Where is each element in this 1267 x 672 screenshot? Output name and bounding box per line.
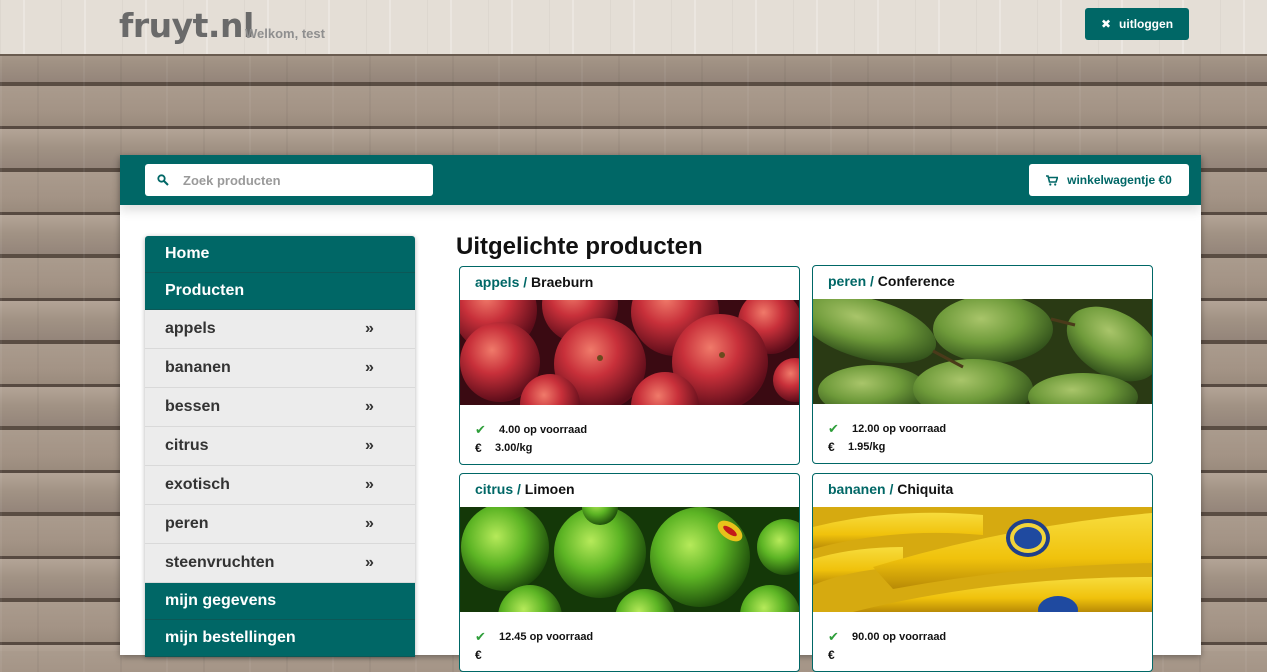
- sidebar-item-bananen[interactable]: bananen »: [145, 349, 415, 388]
- sidebar-item-steenvruchten[interactable]: steenvruchten »: [145, 544, 415, 583]
- product-category-link[interactable]: appels: [475, 274, 519, 290]
- product-image-apples[interactable]: [460, 300, 799, 405]
- double-chevron-right-icon: »: [365, 320, 374, 337]
- stock-info: ✔ 12.00 op voorraad: [828, 421, 946, 437]
- product-image-bananas[interactable]: [813, 507, 1152, 612]
- main-panel: winkelwagentje €0 Home Producten appels …: [120, 155, 1201, 672]
- sidebar-item-label: steenvruchten: [165, 554, 275, 571]
- sidebar-item-bessen[interactable]: bessen »: [145, 388, 415, 427]
- search-input[interactable]: [181, 171, 425, 189]
- price-info: € 3.00/kg: [475, 441, 532, 455]
- stock-text: 90.00 op voorraad: [852, 631, 947, 643]
- sidebar-item-appels[interactable]: appels »: [145, 310, 415, 349]
- title-separator: /: [513, 481, 525, 497]
- sidebar-item-peren[interactable]: peren »: [145, 505, 415, 544]
- title-separator: /: [885, 481, 898, 497]
- stock-text: 4.00 op voorraad: [499, 424, 588, 436]
- toolbar: winkelwagentje €0: [120, 155, 1201, 205]
- euro-icon: €: [828, 440, 835, 454]
- cart-label: winkelwagentje €0: [1067, 173, 1172, 187]
- check-icon: ✔: [475, 422, 486, 437]
- cart-icon: [1046, 174, 1059, 186]
- product-name-link[interactable]: Braeburn: [531, 274, 593, 290]
- logout-button[interactable]: ✖ uitloggen: [1085, 8, 1189, 40]
- double-chevron-right-icon: »: [365, 476, 374, 493]
- sidebar-nav: Home Producten appels » bananen » bessen…: [145, 236, 415, 657]
- product-card-braeburn[interactable]: appels / Braeburn ✔ 4.00 op voorraad € 3…: [459, 266, 800, 465]
- product-name-link[interactable]: Conference: [878, 273, 955, 289]
- product-title: bananen / Chiquita: [828, 481, 953, 497]
- product-name-link[interactable]: Limoen: [525, 481, 575, 497]
- check-icon: ✔: [828, 629, 839, 644]
- sidebar-item-products[interactable]: Producten: [145, 273, 415, 310]
- double-chevron-right-icon: »: [365, 398, 374, 415]
- stock-info: ✔ 4.00 op voorraad: [475, 422, 587, 438]
- euro-icon: €: [475, 441, 482, 455]
- close-icon: ✖: [1100, 17, 1112, 31]
- product-category-link[interactable]: peren: [828, 273, 866, 289]
- double-chevron-right-icon: »: [365, 437, 374, 454]
- product-category-link[interactable]: bananen: [828, 481, 886, 497]
- double-chevron-right-icon: »: [365, 515, 374, 532]
- product-image-limes[interactable]: [460, 507, 799, 612]
- price-info: €: [475, 648, 495, 662]
- search-icon: [157, 174, 169, 186]
- cart-button[interactable]: winkelwagentje €0: [1029, 164, 1189, 196]
- welcome-text: Welkom, test: [245, 26, 325, 41]
- price-text: 3.00/kg: [495, 442, 533, 454]
- stock-info: ✔ 90.00 op voorraad: [828, 629, 946, 645]
- search-box[interactable]: [145, 164, 433, 196]
- stock-text: 12.00 op voorraad: [852, 423, 947, 435]
- product-card-conference[interactable]: peren / Conference ✔ 12.00 op voorraad €: [812, 265, 1153, 464]
- sidebar-item-label: bananen: [165, 359, 231, 376]
- euro-icon: €: [828, 648, 835, 662]
- page-title: Uitgelichte producten: [456, 233, 703, 260]
- sidebar-item-label: peren: [165, 515, 209, 532]
- sidebar-item-label: appels: [165, 320, 216, 337]
- price-text: 1.95/kg: [848, 441, 886, 453]
- product-card-limoen[interactable]: citrus / Limoen ✔ 12.45 op voorraad €: [459, 473, 800, 672]
- sidebar-item-label: citrus: [165, 437, 209, 454]
- title-separator: /: [866, 273, 878, 289]
- product-title: citrus / Limoen: [475, 481, 575, 497]
- product-category-link[interactable]: citrus: [475, 481, 513, 497]
- top-header: fruyt.nl Welkom, test ✖ uitloggen: [0, 0, 1267, 56]
- double-chevron-right-icon: »: [365, 554, 374, 571]
- sidebar-item-citrus[interactable]: citrus »: [145, 427, 415, 466]
- product-title: appels / Braeburn: [475, 274, 593, 290]
- stock-text: 12.45 op voorraad: [499, 631, 594, 643]
- sidebar-item-label: exotisch: [165, 476, 230, 493]
- sidebar-item-home[interactable]: Home: [145, 236, 415, 273]
- price-info: € 1.95/kg: [828, 440, 885, 454]
- product-name-link[interactable]: Chiquita: [897, 481, 953, 497]
- sidebar-item-exotisch[interactable]: exotisch »: [145, 466, 415, 505]
- price-info: €: [828, 648, 848, 662]
- product-image-pears[interactable]: [813, 299, 1152, 404]
- title-separator: /: [519, 274, 532, 290]
- sidebar-item-account[interactable]: mijn gegevens: [145, 583, 415, 620]
- product-title: peren / Conference: [828, 273, 955, 289]
- double-chevron-right-icon: »: [365, 359, 374, 376]
- sidebar-item-label: bessen: [165, 398, 221, 415]
- sidebar-item-orders[interactable]: mijn bestellingen: [145, 620, 415, 657]
- logout-label: uitloggen: [1119, 17, 1174, 31]
- product-card-chiquita[interactable]: bananen / Chiquita ✔ 90.00 op voorraad €: [812, 473, 1153, 672]
- euro-icon: €: [475, 648, 482, 662]
- check-icon: ✔: [828, 421, 839, 436]
- site-logo[interactable]: fruyt.nl: [119, 6, 254, 45]
- stock-info: ✔ 12.45 op voorraad: [475, 629, 593, 645]
- check-icon: ✔: [475, 629, 486, 644]
